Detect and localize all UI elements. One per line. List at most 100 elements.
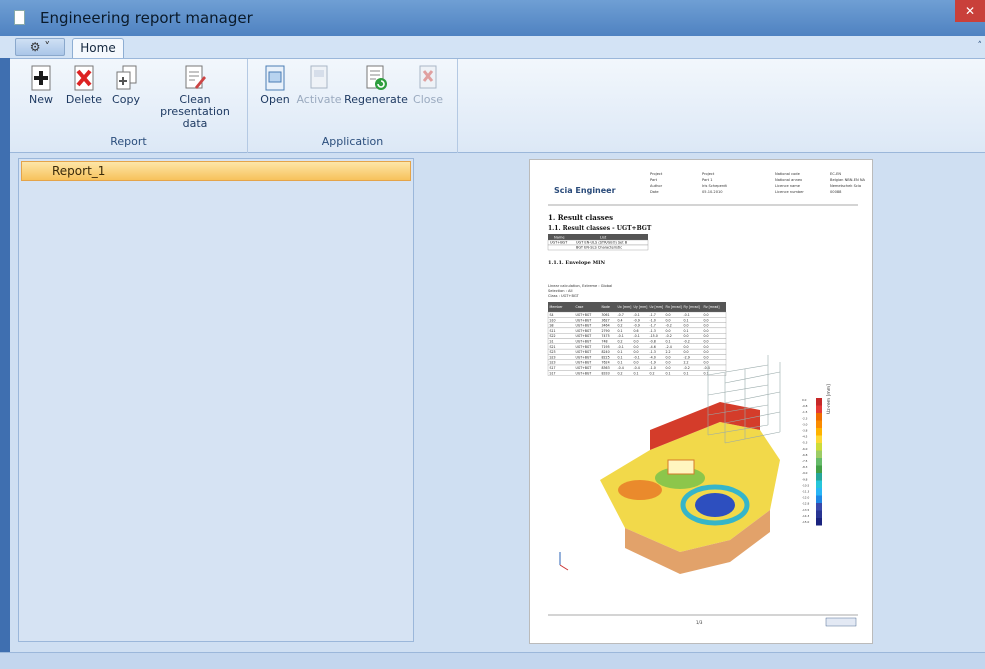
results-cell: 0.0 [684, 345, 689, 349]
results-cell: UGT+BGT [576, 366, 592, 370]
document-icon [14, 10, 25, 25]
class-table-cell: UGT+BGT [550, 241, 568, 245]
results-cell: -0.2 [666, 334, 672, 338]
results-cell: 7624 [602, 361, 610, 365]
results-cell: -0.4 [618, 366, 624, 370]
clean-icon [183, 65, 207, 91]
results-cell: UGT+BGT [576, 334, 592, 338]
ribbon-tab-bar: ⚙ ˅ Home ˄ [0, 36, 985, 58]
legend-value: -10.5 [802, 483, 809, 487]
header-label: National annex [775, 178, 803, 182]
results-cell: 0.0 [704, 350, 709, 354]
legend-value: -15.0 [802, 520, 809, 524]
legend-value: -6.8 [802, 453, 808, 457]
delete-icon [72, 65, 96, 91]
legend-value: -0.8 [802, 404, 808, 408]
activate-report-button[interactable]: Activate [296, 65, 342, 106]
note-line: Linear calculation, Extreme : Global [548, 284, 612, 288]
results-cell: 3464 [602, 324, 610, 328]
results-cell: -1.9 [650, 361, 656, 365]
title-bar: Engineering report manager ✕ [0, 0, 985, 36]
results-cell: -0.1 [684, 313, 690, 317]
legend-value: -4.5 [802, 435, 808, 439]
results-cell: 3061 [602, 313, 610, 317]
ribbon-group-application: Open Activate Regenerate Close Applicati… [248, 59, 458, 153]
regenerate-icon [364, 65, 388, 91]
results-cell: -0.9 [634, 324, 640, 328]
header-value: Iris Scheperdt [702, 184, 727, 188]
results-header: Fiz [mrad] [704, 305, 720, 309]
results-cell: -0.4 [704, 366, 710, 370]
header-label: National code [775, 172, 801, 176]
legend-swatch [816, 503, 822, 511]
copy-report-button[interactable]: Copy [110, 65, 142, 106]
header-value: 00088 [830, 190, 842, 194]
new-report-button[interactable]: New [24, 65, 58, 106]
legend-swatch [816, 458, 822, 466]
results-cell: -1.3 [650, 329, 656, 333]
results-cell: 7195 [602, 345, 610, 349]
close-label: Close [413, 93, 443, 106]
results-cell: -0.1 [618, 334, 624, 338]
tab-home[interactable]: Home [72, 38, 124, 58]
open-report-button[interactable]: Open [258, 65, 292, 106]
open-icon [263, 65, 287, 91]
results-cell: 2.2 [666, 350, 671, 354]
results-cell: 0.1 [618, 361, 623, 365]
results-cell: -1.7 [650, 313, 656, 317]
legend-value: -12.8 [802, 502, 809, 506]
open-label: Open [260, 93, 290, 106]
heading-1: 1. Result classes [548, 213, 613, 222]
delete-report-button[interactable]: Delete [64, 65, 104, 106]
results-cell: 0.0 [704, 361, 709, 365]
results-cell: -0.1 [634, 334, 640, 338]
header-label: Part [650, 178, 658, 182]
results-header: Fiy [mrad] [684, 305, 700, 309]
results-cell: 0.0 [684, 334, 689, 338]
results-cell: S10 [550, 318, 556, 322]
slab-opening [667, 459, 695, 475]
results-cell: 3627 [602, 318, 610, 322]
regenerate-label: Regenerate [344, 93, 408, 106]
results-cell: S22 [550, 334, 556, 338]
regenerate-report-button[interactable]: Regenerate [344, 65, 408, 106]
legend-swatch [816, 473, 822, 481]
legend-swatch [816, 420, 822, 428]
close-report-button[interactable]: Close [410, 65, 446, 106]
results-cell: 0.1 [684, 371, 689, 375]
results-cell: UGT+BGT [576, 324, 592, 328]
results-cell: S17 [550, 371, 556, 375]
legend-swatch [816, 488, 822, 496]
results-cell: -0.2 [666, 324, 672, 328]
app-menu-button[interactable]: ⚙ ˅ [15, 38, 65, 56]
results-cell: 0.1 [618, 350, 623, 354]
results-cell: 8240 [602, 350, 610, 354]
close-icon [416, 65, 440, 91]
preview-page: Scia Engineer Project Project Part Part 1 Aut… [547, 172, 866, 627]
results-cell: 0.0 [666, 329, 671, 333]
results-cell: 0.2 [650, 371, 655, 375]
list-item-report[interactable]: Report_1 [21, 161, 411, 181]
results-cell: 0.1 [684, 318, 689, 322]
results-cell: S21 [550, 345, 556, 349]
report-group-label: Report [110, 135, 147, 148]
legend-swatch [816, 443, 822, 451]
class-table-header: List [600, 236, 607, 240]
ribbon-group-report: New Delete Copy Clean presentation data … [10, 59, 248, 153]
ribbon-collapse-button[interactable]: ˄ [978, 41, 983, 51]
window-title: Engineering report manager [40, 9, 253, 27]
clean-presentation-data-button[interactable]: Clean presentation data [150, 65, 240, 130]
new-icon [29, 65, 53, 91]
results-cell: UGT+BGT [576, 318, 592, 322]
activate-icon [307, 65, 331, 91]
status-bar [0, 652, 985, 669]
close-window-button[interactable]: ✕ [955, 0, 985, 22]
header-value: 05.10.2010 [702, 190, 723, 194]
application-group-label: Application [321, 135, 384, 148]
results-cell: 8225 [602, 355, 610, 359]
heading-3: 1.1.1. Envelope MIN [548, 260, 605, 266]
header-value: Nemetschek Scia [830, 184, 861, 188]
report-list-panel: Report_1 [18, 158, 414, 642]
legend-title: Uz-rem [mm] [826, 384, 832, 414]
activate-label: Activate [296, 93, 342, 106]
